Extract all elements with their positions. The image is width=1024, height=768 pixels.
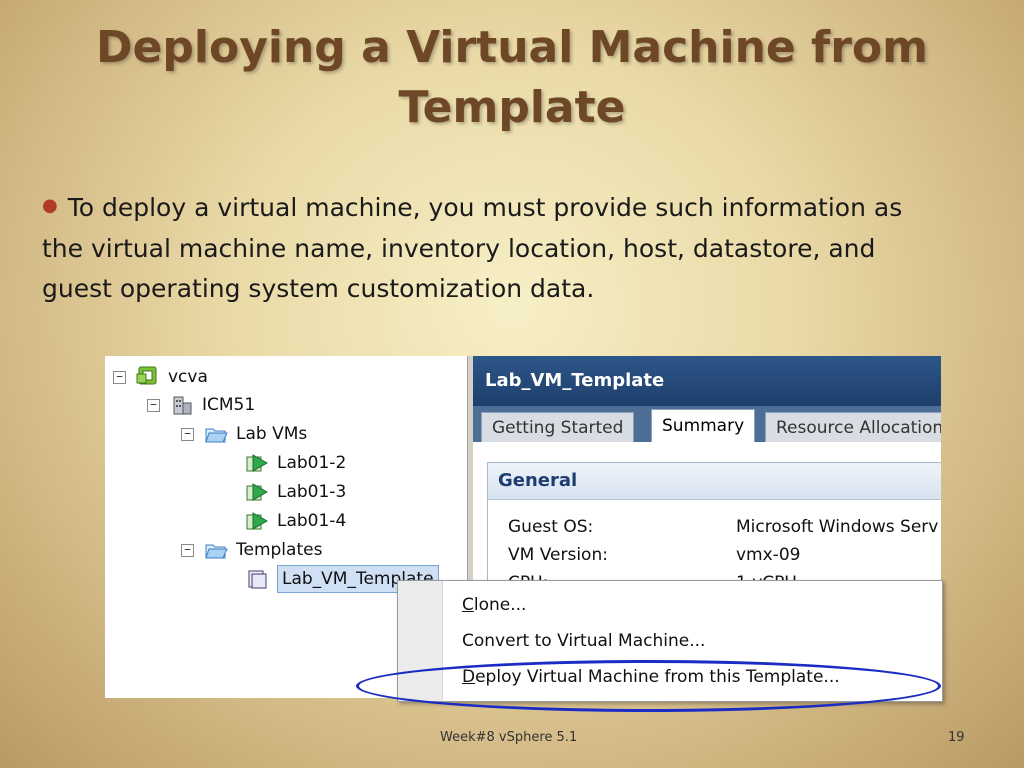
menu-item-label: lone... <box>473 595 527 615</box>
bullet-dot-icon: ● <box>42 195 58 216</box>
menu-item-label: Convert to Virtual Machine... <box>462 631 706 651</box>
vcenter-icon <box>136 366 160 388</box>
tree-node-datacenter[interactable]: − ICM51 <box>147 392 255 418</box>
tree-node-folder-lab-vms[interactable]: − Lab VMs <box>181 421 307 447</box>
page-number: 19 <box>948 730 965 745</box>
tree-node-vm-3[interactable]: Lab01-4 <box>245 508 346 534</box>
property-value: vmx-09 <box>736 545 801 565</box>
tree-label: Templates <box>236 540 323 560</box>
panel-title: Lab_VM_Template <box>473 356 941 406</box>
menu-item-clone[interactable]: Clone... <box>462 587 526 623</box>
collapse-icon[interactable]: − <box>113 370 126 384</box>
collapse-icon[interactable]: − <box>181 427 194 441</box>
tree-node-vm-1[interactable]: Lab01-2 <box>245 450 346 476</box>
bullet-paragraph: ● To deploy a virtual machine, you must p… <box>42 188 942 309</box>
tree-node-vcva[interactable]: − vcva <box>113 364 208 390</box>
property-row-vm-version: VM Version: vmx-09 <box>508 541 800 569</box>
tree-node-vm-2[interactable]: Lab01-3 <box>245 479 346 505</box>
vm-icon <box>245 452 269 474</box>
vm-icon <box>245 510 269 532</box>
tree-label: vcva <box>168 367 208 387</box>
collapse-icon[interactable]: − <box>181 543 194 557</box>
property-label: Guest OS: <box>508 517 594 537</box>
tree-label: ICM51 <box>202 395 256 415</box>
datacenter-icon <box>170 394 194 416</box>
template-icon <box>245 568 269 590</box>
tree-node-folder-templates[interactable]: − Templates <box>181 537 322 563</box>
vm-icon <box>245 481 269 503</box>
tree-label: Lab VMs <box>236 424 308 444</box>
tab-resource-allocation[interactable]: Resource Allocation <box>765 412 941 442</box>
tree-label: Lab01-2 <box>277 453 347 473</box>
property-label: VM Version: <box>508 545 608 565</box>
menu-item-convert-to-vm[interactable]: Convert to Virtual Machine... <box>462 623 705 659</box>
tree-label: Lab01-4 <box>277 511 347 531</box>
general-section-title: General <box>488 463 941 500</box>
folder-icon <box>204 539 228 561</box>
tab-summary[interactable]: Summary <box>651 409 756 442</box>
slide-title-line1: Deploying a Virtual Machine from <box>96 22 928 73</box>
property-value: Microsoft Windows Serv <box>736 517 939 537</box>
collapse-icon[interactable]: − <box>147 398 160 412</box>
property-row-guest-os: Guest OS: Microsoft Windows Serv <box>508 513 938 541</box>
tab-getting-started[interactable]: Getting Started <box>481 412 635 442</box>
footer-text: Week#8 vSphere 5.1 <box>440 730 578 745</box>
slide-title-line2: Template <box>398 82 626 133</box>
tab-bar: Getting Started Summary Resource Allocat… <box>473 406 941 442</box>
folder-icon <box>204 423 228 445</box>
menu-mnemonic: C <box>462 595 474 615</box>
tree-label: Lab01-3 <box>277 482 347 502</box>
slide-title: Deploying a Virtual Machine from Templat… <box>40 18 984 138</box>
highlight-ring <box>356 660 941 712</box>
bullet-text: To deploy a virtual machine, you must pr… <box>42 193 903 303</box>
